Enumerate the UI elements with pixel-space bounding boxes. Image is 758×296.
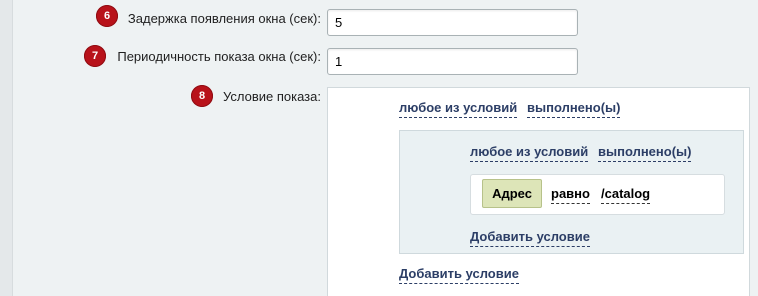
outer-met-link[interactable]: выполнено(ы) (527, 100, 621, 118)
rule-field-button[interactable]: Адрес (482, 179, 542, 208)
rule-value[interactable]: /catalog (601, 186, 651, 204)
step-badge-7: 7 (84, 45, 106, 67)
period-label: Периодичность показа окна (сек): (117, 49, 321, 64)
period-input[interactable] (327, 48, 578, 75)
delay-label: Задержка появления окна (сек): (127, 11, 321, 26)
delay-input[interactable] (327, 9, 578, 36)
inner-any-conditions-link[interactable]: любое из условий (470, 144, 589, 162)
step-badge-8: 8 (191, 85, 213, 107)
outer-add-condition-link[interactable]: Добавить условие (399, 266, 519, 284)
step-badge-6: 6 (96, 5, 118, 27)
inner-add-condition-link[interactable]: Добавить условие (470, 229, 590, 247)
outer-any-conditions-link[interactable]: любое из условий (399, 100, 518, 118)
left-panel-edge (0, 0, 13, 296)
condition-label: Условие показа: (223, 89, 321, 104)
inner-met-link[interactable]: выполнено(ы) (598, 144, 692, 162)
rule-operator[interactable]: равно (551, 186, 590, 204)
